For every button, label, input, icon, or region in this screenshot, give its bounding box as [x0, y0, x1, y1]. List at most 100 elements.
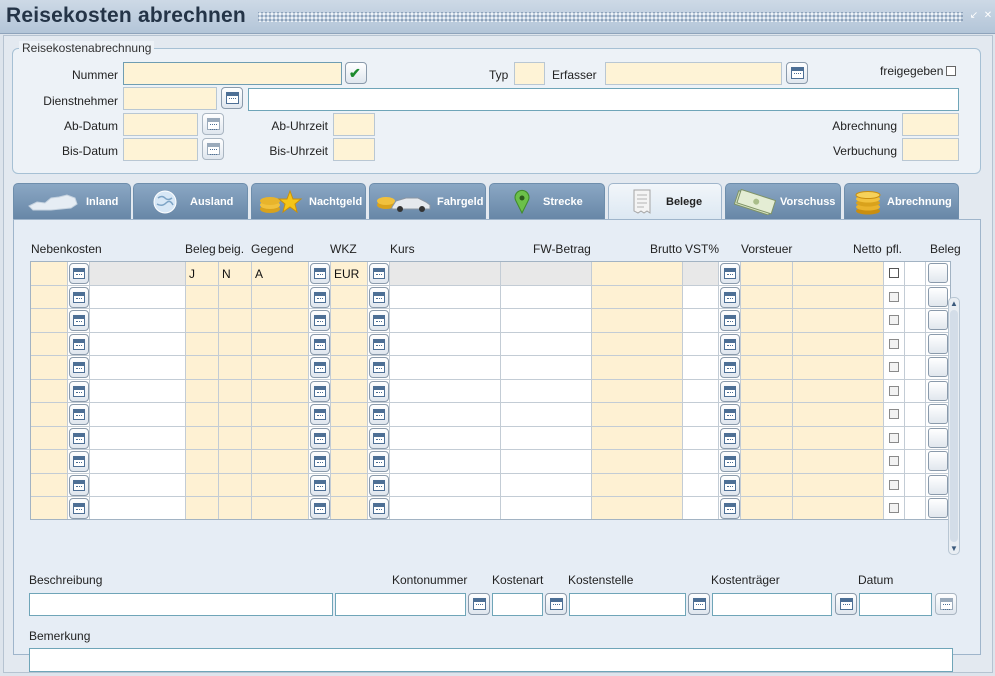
wkz-lookup[interactable]	[368, 285, 390, 309]
kurs-cell[interactable]	[390, 426, 501, 450]
gegend-cell[interactable]	[252, 450, 309, 474]
wkz-lookup[interactable]	[368, 497, 390, 519]
beleg-cell[interactable]	[186, 309, 219, 333]
beig-cell[interactable]	[219, 332, 252, 356]
beleg-cell[interactable]	[186, 497, 219, 519]
gegend-lookup[interactable]	[309, 473, 331, 497]
table-row[interactable]: J N A EUR	[31, 262, 950, 286]
netto-cell[interactable]	[793, 332, 884, 356]
gegend-lookup[interactable]	[309, 403, 331, 427]
brutto-cell[interactable]	[592, 497, 683, 519]
vst-lookup[interactable]	[719, 356, 741, 380]
lookup-button[interactable]	[310, 451, 330, 472]
pfl-checkbox[interactable]	[889, 338, 899, 349]
beleg-button-cell[interactable]	[926, 262, 950, 286]
kurs-cell[interactable]	[390, 356, 501, 380]
vst-cell[interactable]	[683, 332, 719, 356]
brutto-cell[interactable]	[592, 403, 683, 427]
gegend-lookup[interactable]	[309, 426, 331, 450]
datum-input[interactable]	[859, 593, 932, 616]
beleg-button[interactable]	[928, 404, 948, 424]
wkz-lookup[interactable]	[368, 450, 390, 474]
beleg-button[interactable]	[928, 357, 948, 377]
beig-cell[interactable]	[219, 473, 252, 497]
pfl-cell[interactable]	[884, 473, 905, 497]
kurs-cell[interactable]	[390, 497, 501, 519]
pfl-cell[interactable]	[884, 262, 905, 286]
gegend-lookup[interactable]	[309, 379, 331, 403]
wkz-cell[interactable]	[331, 356, 368, 380]
beleg-button[interactable]	[928, 474, 948, 495]
tab-belege[interactable]: Belege	[608, 183, 722, 221]
nebenkosten-cell[interactable]	[31, 426, 68, 450]
nebenkosten-cell[interactable]	[31, 403, 68, 427]
nebenkosten-cell[interactable]	[31, 450, 68, 474]
grid-scrollbar[interactable]: ▲ ▼	[948, 297, 960, 555]
lookup-button[interactable]	[369, 498, 389, 519]
nebenkosten-lookup[interactable]	[68, 403, 90, 427]
lookup-button[interactable]	[69, 404, 89, 425]
vst-lookup[interactable]	[719, 379, 741, 403]
pfl-checkbox[interactable]	[889, 479, 899, 490]
bis-uhrzeit-input[interactable]	[333, 138, 375, 161]
gap-cell[interactable]	[905, 450, 926, 474]
beig-cell[interactable]	[219, 450, 252, 474]
brutto-cell[interactable]	[592, 332, 683, 356]
nebenkosten-text-cell[interactable]	[90, 450, 186, 474]
fw-betrag-cell[interactable]	[501, 356, 592, 380]
netto-cell[interactable]	[793, 262, 884, 286]
lookup-button[interactable]	[69, 451, 89, 472]
brutto-cell[interactable]	[592, 262, 683, 286]
pfl-cell[interactable]	[884, 450, 905, 474]
beleg-cell[interactable]	[186, 332, 219, 356]
lookup-button[interactable]	[310, 404, 330, 425]
gegend-cell[interactable]	[252, 473, 309, 497]
nebenkosten-text-cell[interactable]	[90, 309, 186, 333]
nebenkosten-text-cell[interactable]	[90, 285, 186, 309]
lookup-button[interactable]	[369, 263, 389, 284]
pfl-cell[interactable]	[884, 379, 905, 403]
nebenkosten-text-cell[interactable]	[90, 262, 186, 286]
lookup-button[interactable]	[310, 498, 330, 519]
table-row[interactable]	[31, 285, 950, 309]
netto-cell[interactable]	[793, 356, 884, 380]
nebenkosten-lookup[interactable]	[68, 309, 90, 333]
vorsteuer-cell[interactable]	[741, 285, 793, 309]
lookup-button[interactable]	[369, 286, 389, 308]
gegend-lookup[interactable]	[309, 285, 331, 309]
kostentraeger-input[interactable]	[712, 593, 832, 616]
nebenkosten-text-cell[interactable]	[90, 473, 186, 497]
erfasser-lookup-button[interactable]	[786, 62, 808, 84]
table-row[interactable]	[31, 426, 950, 450]
lookup-button[interactable]	[69, 474, 89, 496]
netto-cell[interactable]	[793, 403, 884, 427]
vorsteuer-cell[interactable]	[741, 309, 793, 333]
kurs-cell[interactable]	[390, 309, 501, 333]
pfl-cell[interactable]	[884, 332, 905, 356]
dienstnehmer-lookup-button[interactable]	[221, 87, 243, 109]
beleg-button[interactable]	[928, 263, 948, 283]
kostentraeger-lookup-button[interactable]	[835, 593, 857, 615]
wkz-lookup[interactable]	[368, 379, 390, 403]
pfl-cell[interactable]	[884, 403, 905, 427]
wkz-cell[interactable]	[331, 285, 368, 309]
gegend-cell[interactable]	[252, 426, 309, 450]
scroll-thumb[interactable]	[950, 310, 958, 542]
lookup-button[interactable]	[69, 333, 89, 355]
wkz-lookup[interactable]	[368, 356, 390, 380]
gegend-lookup[interactable]	[309, 356, 331, 380]
lookup-button[interactable]	[69, 357, 89, 378]
lookup-button[interactable]	[369, 310, 389, 331]
lookup-button[interactable]	[69, 286, 89, 308]
pfl-checkbox[interactable]	[889, 315, 899, 325]
close-icon[interactable]: ✕	[982, 10, 994, 22]
gegend-cell[interactable]: A	[252, 262, 309, 286]
pfl-cell[interactable]	[884, 309, 905, 333]
nebenkosten-cell[interactable]	[31, 379, 68, 403]
netto-cell[interactable]	[793, 285, 884, 309]
wkz-cell[interactable]	[331, 473, 368, 497]
gap-cell[interactable]	[905, 426, 926, 450]
wkz-cell[interactable]	[331, 332, 368, 356]
beig-cell[interactable]	[219, 426, 252, 450]
nebenkosten-lookup[interactable]	[68, 379, 90, 403]
